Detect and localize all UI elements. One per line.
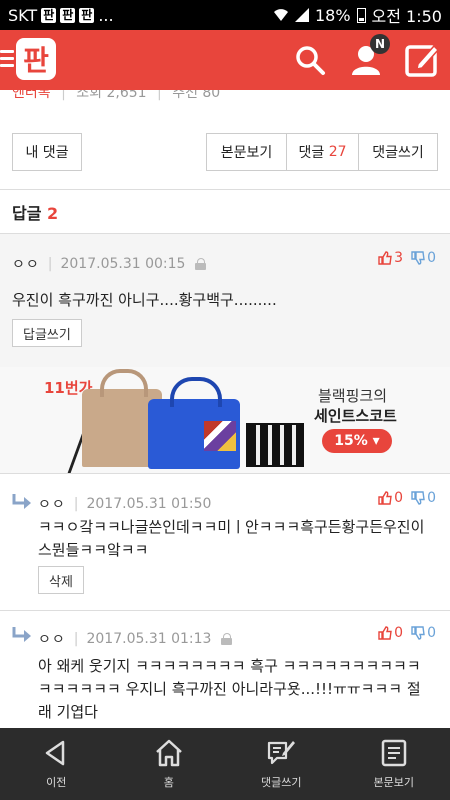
downvote-button[interactable]: 0 — [411, 490, 436, 506]
notification-badge: N — [370, 34, 390, 54]
comment-toolbar: 내 댓글 본문보기 댓글 27 댓글쓰기 — [0, 133, 450, 171]
downvote-count: 0 — [427, 250, 436, 266]
nav-write-comment[interactable]: 댓글쓰기 — [225, 728, 338, 800]
post-meta: 엔터톡 | 조회 2,651 | 추천 80 — [0, 90, 450, 104]
nav-back-label: 이전 — [46, 776, 67, 789]
comments-button[interactable]: 댓글 27 — [287, 134, 359, 170]
comment-votes: 3 0 — [378, 250, 436, 266]
ad-banner[interactable]: 11번가 블랙핑크의 세인트스코트 15% ▾ — [0, 367, 450, 473]
document-icon — [381, 739, 406, 767]
comments-label: 댓글 — [298, 145, 325, 161]
comment-date: 2017.05.31 00:15 — [60, 256, 186, 272]
pann-logo[interactable]: 판 — [16, 38, 56, 80]
downvote-count: 0 — [427, 490, 436, 506]
app-notification-icon: 판 — [41, 7, 57, 23]
upvote-count: 0 — [394, 490, 404, 506]
upvote-count: 3 — [394, 250, 404, 266]
comment-text: ㅋㅋㅇ갘ㅋㅋ나글쓴인데ㅋㅋ미ㅣ안ㅋㅋㅋ흑구든황구든우진이스뭔들ㅋㅋ앜ㅋㅋ — [38, 518, 425, 559]
write-comment-button[interactable]: 댓글쓰기 — [359, 134, 437, 170]
comment-date: 2017.05.31 01:50 — [86, 496, 212, 512]
back-triangle-icon — [46, 740, 65, 766]
scarf-image — [204, 421, 236, 451]
thumbs-down-icon — [411, 251, 425, 265]
my-comment-button[interactable]: 내 댓글 — [12, 133, 82, 171]
app-notification-icon: 판 — [79, 7, 95, 23]
comment-item: ㅇㅇ | 2017.05.31 00:15 3 0 우진이 흑구까진 아니구..… — [0, 234, 450, 367]
comment-text: 우진이 흑구까진 아니구....황구백구......... — [12, 291, 277, 309]
comment-text: 아 왜케 웃기지 ㅋㅋㅋㅋㅋㅋㅋㅋ 흑구 ㅋㅋㅋㅋㅋㅋㅋㅋㅋㅋㅋㅋㅋㅋㅋㅋ 우지… — [38, 657, 421, 721]
comment-write-icon — [268, 741, 296, 765]
nav-write-comment-label: 댓글쓰기 — [261, 776, 302, 789]
comment-header: ㅇㅇ | 2017.05.31 01:50 — [38, 494, 212, 514]
lock-icon — [221, 633, 233, 645]
replies-count: 2 — [47, 204, 59, 223]
thumbs-up-icon — [378, 491, 392, 505]
wifi-icon — [273, 9, 288, 21]
thumbs-down-icon — [411, 491, 425, 505]
discount-value: 15% — [334, 433, 368, 449]
comments-count: 27 — [328, 144, 347, 160]
downvote-count: 0 — [427, 625, 436, 641]
thumbs-down-icon — [411, 626, 425, 640]
thumbs-up-icon — [378, 251, 392, 265]
views-count: 조회 2,651 — [76, 90, 147, 101]
nav-view-post-label: 본문보기 — [373, 776, 414, 789]
nav-back[interactable]: 이전 — [0, 728, 113, 800]
app-notification-icon: 판 — [60, 7, 76, 23]
comment-votes: 0 0 — [378, 625, 436, 641]
category-label[interactable]: 엔터톡 — [12, 90, 51, 101]
search-icon[interactable] — [292, 42, 328, 78]
upvote-button[interactable]: 0 — [378, 490, 403, 506]
view-post-button[interactable]: 본문보기 — [207, 134, 287, 170]
nav-home-label: 홈 — [163, 776, 174, 789]
discount-badge: 15% ▾ — [322, 429, 392, 453]
comment-header: ㅇㅇ | 2017.05.31 01:13 — [38, 629, 233, 649]
clock: 오전 1:50 — [371, 7, 442, 26]
comment-item: ㅇㅇ | 2017.05.31 01:50 0 0 ㅋㅋㅇ갘ㅋㅋ나글쓴인데ㅋㅋ미… — [0, 474, 450, 610]
lock-icon — [195, 258, 207, 270]
downvote-button[interactable]: 0 — [411, 625, 436, 641]
recommend-count: 추천 80 — [172, 90, 221, 101]
comment-actions-group: 본문보기 댓글 27 댓글쓰기 — [206, 133, 438, 171]
upvote-count: 0 — [394, 625, 404, 641]
bottom-nav: 이전 홈 댓글쓰기 본문보기 — [0, 728, 450, 800]
battery-percent: 18% — [314, 5, 351, 25]
nav-view-post[interactable]: 본문보기 — [338, 728, 450, 800]
upvote-button[interactable]: 3 — [378, 250, 403, 266]
signal-icon — [294, 8, 309, 22]
comment-nickname[interactable]: ㅇㅇ — [12, 254, 40, 274]
comment-header: ㅇㅇ | 2017.05.31 00:15 — [12, 254, 207, 274]
status-bar: SKT 판 판 판 ... 18% 오전 1:50 — [0, 0, 450, 30]
reply-arrow-icon — [12, 494, 31, 509]
thumbs-up-icon — [378, 626, 392, 640]
replies-heading: 답글 2 — [12, 200, 58, 224]
comment-item: ㅇㅇ | 2017.05.31 01:13 0 0 아 왜케 웃기지 ㅋㅋㅋㅋㅋ… — [0, 611, 450, 728]
carrier-label: SKT — [8, 5, 38, 25]
ad-line-2: 세인트스코트 — [314, 407, 397, 425]
comment-nickname[interactable]: ㅇㅇ — [38, 629, 66, 649]
downvote-button[interactable]: 0 — [411, 250, 436, 266]
reply-arrow-icon — [12, 627, 31, 642]
comment-nickname[interactable]: ㅇㅇ — [38, 494, 66, 514]
nav-home[interactable]: 홈 — [113, 728, 226, 800]
comment-date: 2017.05.31 01:13 — [86, 631, 212, 647]
home-icon — [155, 739, 182, 767]
divider — [0, 189, 450, 190]
menu-icon[interactable] — [0, 50, 14, 68]
upvote-button[interactable]: 0 — [378, 625, 403, 641]
delete-button[interactable]: 삭제 — [38, 566, 84, 594]
comment-votes: 0 0 — [378, 490, 436, 506]
write-icon[interactable] — [404, 42, 440, 78]
battery-icon — [356, 7, 366, 23]
ad-line-1: 블랙핑크의 — [318, 387, 388, 405]
striped-bag-image — [246, 423, 304, 467]
more-notifications: ... — [98, 5, 114, 25]
replies-label: 답글 — [12, 204, 42, 223]
reply-write-button[interactable]: 답글쓰기 — [12, 319, 82, 347]
app-header: 판 N — [0, 30, 450, 90]
